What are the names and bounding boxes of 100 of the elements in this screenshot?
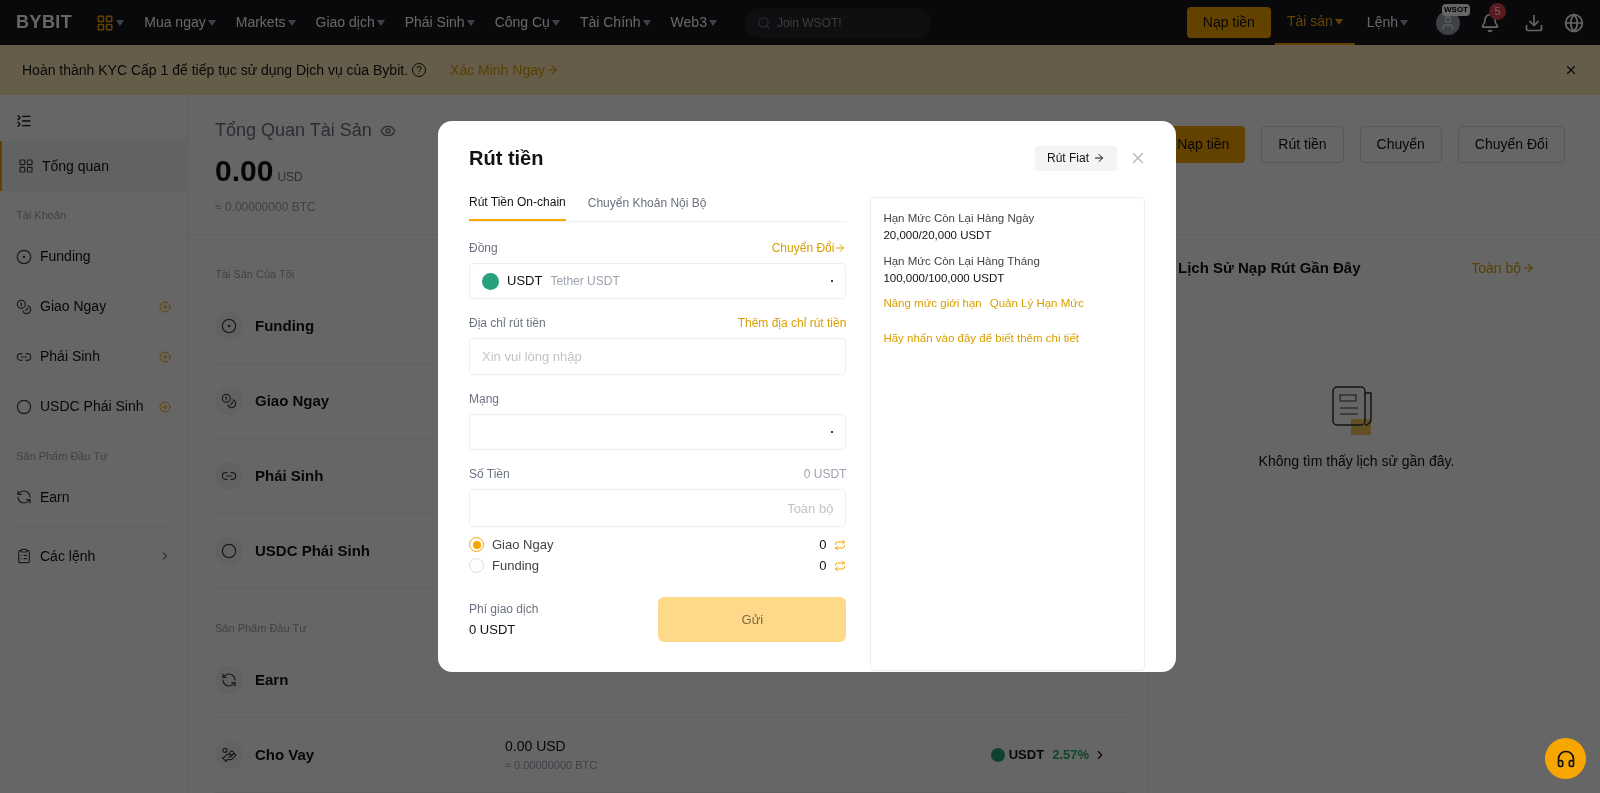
notification-count: 5 [1489, 2, 1506, 20]
asset-name[interactable]: Earn [255, 668, 505, 692]
sidebar-item[interactable]: Earn [0, 472, 187, 522]
coin-icon [16, 398, 32, 415]
nav-menu[interactable]: Lệnh [1354, 0, 1420, 45]
caret-icon [708, 19, 717, 26]
add-icon[interactable] [159, 300, 171, 313]
limit-link[interactable]: Quản Lý Hạn Mức [989, 295, 1084, 313]
nav-menu[interactable]: Phái Sinh [404, 12, 475, 33]
limit-label: Hạn Mức Còn Lại Hàng Tháng [883, 253, 1041, 269]
empty-message: Không tìm thấy lịch sử gần đây. [1258, 451, 1455, 471]
coin-select[interactable]: USDT Tether USDT [469, 263, 847, 299]
fee-value: 0 USDT [469, 620, 517, 639]
source-label: Funding [492, 556, 540, 575]
sidebar-item[interactable]: Các lệnh [0, 531, 187, 581]
source-balance: 0 [819, 556, 827, 575]
earn-icon [221, 672, 237, 688]
usdt-icon [482, 272, 499, 290]
history-title: Lịch Sử Nạp Rút Gần Đây [1178, 258, 1361, 278]
network-select[interactable] [469, 414, 847, 450]
interest-rate: 2.57% [1052, 746, 1089, 765]
dialog-tab[interactable]: Chuyển Khoản Nội Bộ [587, 193, 707, 221]
action-button[interactable]: Chuyển [1359, 126, 1442, 163]
transfer-icon[interactable] [834, 559, 847, 572]
headset-icon [1555, 748, 1576, 769]
coins-icon [16, 298, 32, 315]
caret-icon [642, 19, 651, 26]
usdt-icon [990, 748, 1005, 762]
action-button[interactable]: Chuyển Đổi [1457, 126, 1565, 163]
nav-menu[interactable]: Giao dịch [315, 12, 385, 33]
coin-name: Tether USDT [550, 273, 621, 290]
caret-icon [1400, 19, 1408, 26]
details-link[interactable]: Hãy nhấn vào đây để biết thêm chi tiết [883, 330, 1132, 348]
close-icon[interactable] [1564, 63, 1578, 77]
earn-icon [16, 489, 32, 505]
coins-icon [221, 393, 237, 409]
asset-amount: 0.00 USD [505, 737, 567, 757]
nav-menu[interactable]: Mua ngay [144, 12, 216, 33]
support-button[interactable] [1545, 738, 1586, 779]
convert-link[interactable]: Chuyển Đổi [771, 239, 847, 257]
limit-value: 100,000/100,000 USDT [883, 270, 1006, 286]
limit-link[interactable]: Nâng mức giới hạn [883, 295, 982, 313]
menu-icon[interactable] [16, 113, 32, 129]
arrow-right-icon [834, 242, 847, 254]
sidebar-item[interactable]: USDC Phái Sinh [0, 381, 187, 432]
caret-icon [376, 19, 385, 26]
coin-icon [221, 318, 237, 334]
coin-icon [16, 248, 32, 265]
add-icon[interactable] [159, 350, 171, 363]
source-balance: 0 [819, 535, 827, 554]
caret-icon [551, 19, 560, 26]
balance-amount: 0.00 [215, 156, 274, 186]
download-icon[interactable] [1524, 12, 1544, 33]
amount-field[interactable]: Toàn bộ [469, 489, 847, 527]
field-label: Địa chỉ rút tiền [469, 315, 546, 332]
caret-icon [116, 19, 125, 26]
grid-icon [18, 158, 34, 174]
submit-button[interactable]: Gửi [658, 597, 847, 642]
asset-name[interactable]: Cho Vay [255, 743, 505, 767]
coin-symbol: USDT [1008, 746, 1045, 765]
add-icon[interactable] [159, 400, 171, 413]
logo[interactable]: BYBIT [16, 9, 73, 36]
available-balance: 0 USDT [803, 466, 847, 483]
field-label: Mạng [469, 392, 500, 406]
caret-icon [1334, 18, 1343, 25]
caret-icon [207, 19, 216, 26]
avatar-badge: WSOT [1442, 3, 1470, 16]
dialog-tab[interactable]: Rút Tiền On-chain [469, 193, 566, 221]
apps-button[interactable] [96, 13, 125, 32]
coin-icon [221, 747, 237, 763]
address-field[interactable]: Xin vui lòng nhập [469, 338, 847, 375]
caret-icon [466, 19, 475, 26]
action-button[interactable]: Rút tiền [1261, 126, 1344, 163]
nav-menu[interactable]: Web3 [670, 12, 717, 33]
transfer-icon[interactable] [834, 538, 847, 551]
field-label: Đồng [469, 240, 498, 257]
search-icon [756, 15, 771, 30]
nav-menu[interactable]: Markets [235, 12, 296, 33]
dialog-title: Rút tiền [469, 146, 544, 171]
arrow-right-icon [1093, 152, 1105, 164]
coin-symbol: USDT [507, 272, 543, 291]
sidebar-item[interactable]: Tổng quan [0, 141, 187, 191]
globe-icon[interactable] [1564, 12, 1584, 33]
clipboard-icon [16, 548, 32, 564]
coin-icon [221, 543, 237, 559]
banner-text: Hoàn thành KYC Cấp 1 để tiếp tục sử dụng Dịch vụ của Bybit. [22, 60, 409, 80]
fiat-withdraw-button[interactable]: Rút Fiat [1035, 145, 1117, 171]
add-address-link[interactable]: Thêm địa chỉ rút tiền [737, 314, 847, 332]
sidebar-item[interactable]: Phái Sinh [0, 331, 187, 382]
nav-menu[interactable]: Tài Chính [579, 12, 651, 33]
source-label: Giao Ngay [492, 535, 555, 554]
deposit-button[interactable]: Nạp tiền [1186, 7, 1271, 38]
field-label: Số Tiền [469, 466, 510, 483]
page-title: Tổng Quan Tài Sản [215, 119, 372, 142]
fee-label: Phí giao dịch [469, 600, 539, 618]
sidebar-item[interactable]: Funding [0, 231, 187, 282]
sidebar-item[interactable]: Giao Ngay [0, 281, 187, 332]
limit-label: Hạn Mức Còn Lại Hàng Ngày [883, 211, 1036, 226]
balance-unit: USD [277, 169, 303, 186]
nav-menu[interactable]: Công Cụ [494, 12, 560, 33]
